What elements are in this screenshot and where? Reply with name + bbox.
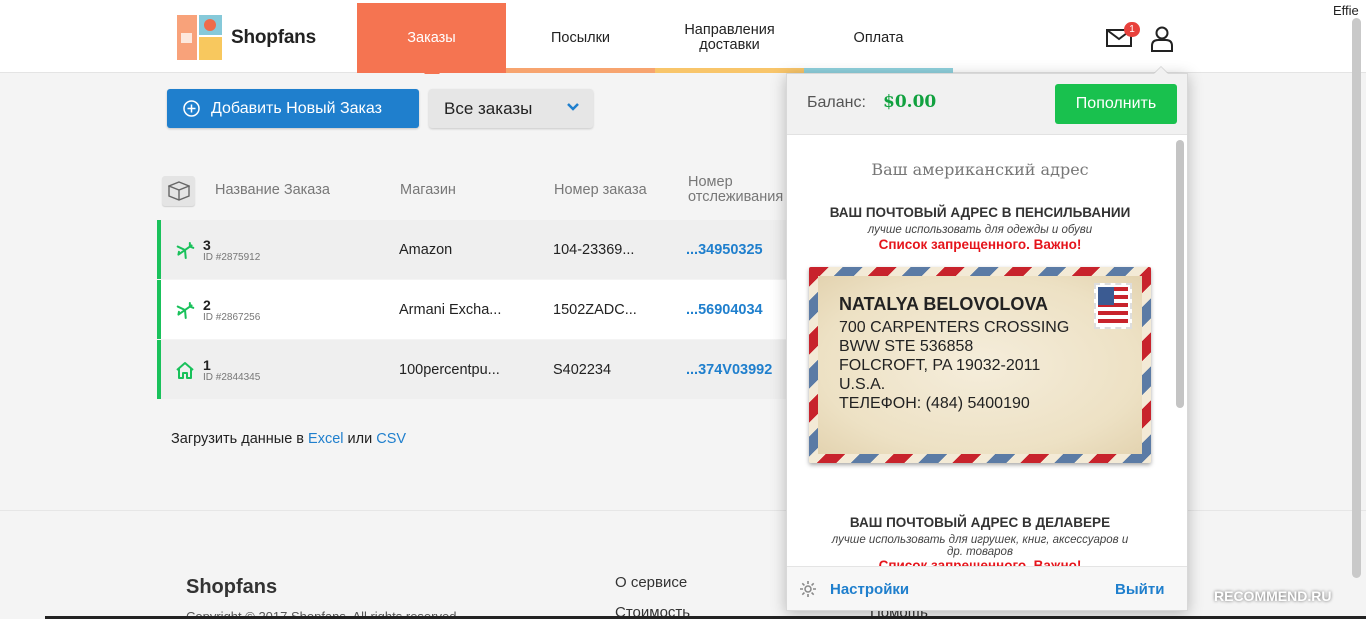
logout-link[interactable]: Выйти bbox=[1115, 581, 1164, 598]
order-shop: Armani Excha... bbox=[399, 302, 502, 318]
orders-filter-select[interactable]: Все заказы bbox=[429, 89, 593, 128]
us-flag-stamp-icon bbox=[1094, 283, 1132, 329]
address-line-3: FOLCROFT, PA 19032-2011 bbox=[839, 357, 1041, 374]
panel-caret-inner bbox=[1154, 67, 1168, 74]
order-tracking-link[interactable]: ...56904034 bbox=[686, 302, 794, 318]
balance-label: Баланс: bbox=[807, 94, 866, 111]
download-csv-link[interactable]: CSV bbox=[376, 431, 406, 447]
brand-logo[interactable]: Shopfans bbox=[177, 15, 316, 60]
panel-footer: Настройки Выйти bbox=[787, 566, 1187, 610]
us-address-title: Ваш американский адрес bbox=[871, 160, 1089, 179]
address-line-4: U.S.A. bbox=[839, 376, 886, 393]
logo-icon bbox=[177, 15, 222, 60]
add-order-button[interactable]: Добавить Новый Заказ bbox=[167, 89, 419, 128]
top-up-button[interactable]: Пополнить bbox=[1055, 84, 1177, 124]
airplane-icon bbox=[176, 301, 195, 320]
order-number: 104-23369... bbox=[553, 242, 635, 258]
mail-badge: 1 bbox=[1124, 22, 1140, 37]
order-tracking-link[interactable]: ...34950325 bbox=[686, 242, 794, 258]
order-number: S402234 bbox=[553, 362, 612, 378]
gear-icon[interactable] bbox=[799, 580, 817, 598]
brand-name: Shopfans bbox=[231, 26, 316, 48]
order-title: 3 bbox=[203, 237, 211, 253]
plus-circle-icon bbox=[183, 100, 200, 117]
top-header: Shopfans Заказы Посылки Направления дост… bbox=[0, 0, 1366, 81]
order-id: ID #2875912 bbox=[203, 252, 261, 263]
de-address-heading: ВАШ ПОЧТОВЫЙ АДРЕС В ДЕЛАВЕРЕ bbox=[849, 515, 1111, 530]
download-data: Загрузить данные в Excel или CSV bbox=[171, 431, 406, 447]
download-prefix: Загрузить данные в bbox=[171, 431, 304, 447]
nav-orders-label: Заказы bbox=[407, 29, 456, 46]
order-id: ID #2844345 bbox=[203, 372, 261, 383]
col-order-number[interactable]: Номер заказа bbox=[554, 182, 647, 198]
settings-link[interactable]: Настройки bbox=[830, 581, 909, 598]
order-number: 1502ZADC... bbox=[553, 302, 637, 318]
de-address-hint-1: лучше использовать для игрушек, книг, ак… bbox=[831, 534, 1129, 546]
col-order-name[interactable]: Название Заказа bbox=[215, 182, 330, 198]
address-line-1: 700 CARPENTERS CROSSING bbox=[839, 319, 1070, 336]
nav-parcels[interactable]: Посылки bbox=[506, 3, 655, 73]
nav-payment-label: Оплата bbox=[853, 29, 904, 46]
panel-scrollbar[interactable] bbox=[1176, 140, 1184, 408]
de-prohibited-link[interactable]: Список запрещенного. Важно! bbox=[787, 558, 1173, 566]
account-dropdown: Баланс: $0.00 Пополнить Ваш американский… bbox=[786, 73, 1188, 611]
download-or: или bbox=[347, 431, 373, 447]
recipient-name: NATALYA BELOVOLOVA bbox=[839, 294, 1049, 314]
table-row[interactable]: 3 ID #2875912 Amazon 104-23369... ...349… bbox=[157, 220, 790, 279]
nav-parcels-bar bbox=[506, 68, 655, 73]
balance-bar: Баланс: $0.00 Пополнить bbox=[787, 74, 1187, 135]
order-shop: 100percentpu... bbox=[399, 362, 500, 378]
home-icon bbox=[176, 362, 194, 379]
address-envelope: NATALYA BELOVOLOVA 700 CARPENTERS CROSSI… bbox=[809, 267, 1151, 463]
nav-destinations[interactable]: Направления доставки bbox=[655, 3, 804, 73]
col-shop[interactable]: Магазин bbox=[400, 182, 456, 198]
nav-payment[interactable]: Оплата bbox=[804, 3, 953, 73]
page-scrollbar[interactable] bbox=[1352, 18, 1361, 578]
order-title: 2 bbox=[203, 297, 211, 313]
table-header: Название Заказа Магазин Номер заказа Ном… bbox=[160, 174, 790, 216]
address-phone: ТЕЛЕФОН: (484) 5400190 bbox=[839, 395, 1030, 412]
main-nav: Заказы Посылки Направления доставки Опла… bbox=[357, 3, 953, 81]
pa-prohibited-link[interactable]: Список запрещенного. Важно! bbox=[787, 237, 1173, 252]
footer-link-about[interactable]: О сервисе bbox=[615, 574, 687, 591]
address-line-2: BWW STE 536858 bbox=[839, 338, 974, 355]
box-icon[interactable] bbox=[162, 176, 195, 206]
pa-address-hint: лучше использовать для одежды и обуви bbox=[867, 224, 1093, 236]
nav-destinations-label: Направления доставки bbox=[684, 22, 775, 53]
order-shop: Amazon bbox=[399, 242, 453, 258]
filter-value: Все заказы bbox=[444, 98, 533, 118]
order-title: 1 bbox=[203, 357, 211, 373]
nav-parcels-label: Посылки bbox=[550, 29, 611, 46]
watermark: RECOMMEND.RU bbox=[1214, 588, 1332, 604]
pa-address-heading: ВАШ ПОЧТОВЫЙ АДРЕС В ПЕНСИЛЬВАНИИ bbox=[829, 205, 1131, 220]
nav-orders[interactable]: Заказы bbox=[357, 3, 506, 81]
nav-destinations-bar bbox=[655, 68, 804, 73]
chevron-down-icon bbox=[567, 103, 579, 111]
balance-amount: $0.00 bbox=[883, 92, 937, 112]
order-tracking-link[interactable]: ...374V03992 bbox=[686, 362, 794, 378]
download-excel-link[interactable]: Excel bbox=[308, 431, 343, 447]
user-name: Effie bbox=[1333, 3, 1359, 18]
airplane-icon bbox=[176, 241, 195, 260]
de-address-hint-2: др. товаров bbox=[947, 546, 1013, 558]
add-order-label: Добавить Новый Заказ bbox=[211, 99, 382, 117]
col-tracking[interactable]: Номер отслеживания bbox=[688, 175, 793, 205]
us-address-section: Ваш американский адрес ВАШ ПОЧТОВЫЙ АДРЕ… bbox=[787, 136, 1187, 566]
user-icon[interactable] bbox=[1150, 26, 1174, 52]
order-id: ID #2867256 bbox=[203, 312, 261, 323]
table-row[interactable]: 2 ID #2867256 Armani Excha... 1502ZADC..… bbox=[157, 280, 790, 339]
footer-brand: Shopfans bbox=[186, 576, 278, 598]
table-row[interactable]: 1 ID #2844345 100percentpu... S402234 ..… bbox=[157, 340, 790, 399]
